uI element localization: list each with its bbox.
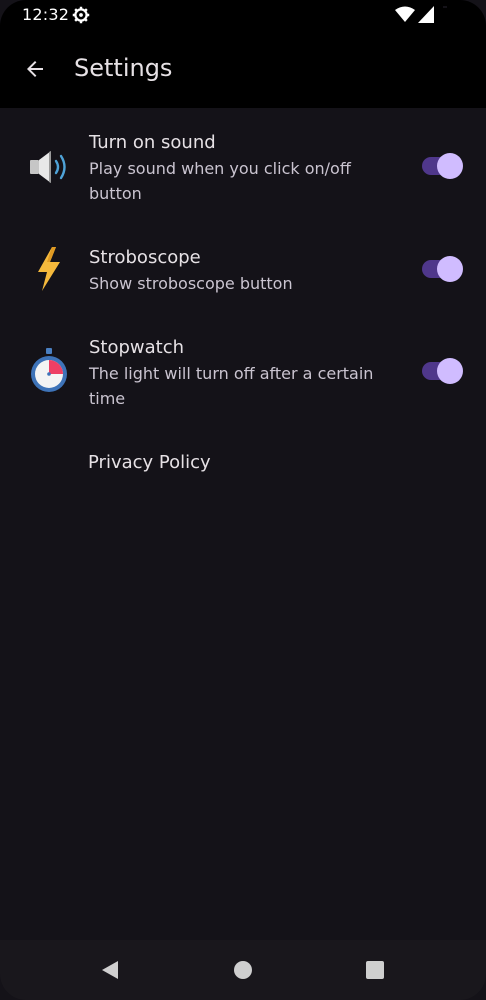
setting-subtitle: Show stroboscope button bbox=[89, 274, 293, 293]
arrow-back-icon bbox=[27, 61, 43, 77]
status-time: 12:32 bbox=[22, 5, 70, 24]
nav-back-button[interactable] bbox=[80, 940, 140, 1000]
lightning-icon bbox=[22, 242, 76, 296]
navigation-bar bbox=[0, 940, 486, 1000]
setting-row-stroboscope: Stroboscope Show stroboscope button bbox=[0, 245, 486, 301]
stopwatch-switch[interactable] bbox=[422, 358, 464, 384]
setting-title: Stroboscope bbox=[89, 247, 201, 268]
switch-thumb bbox=[437, 358, 463, 384]
privacy-policy-link[interactable]: Privacy Policy bbox=[88, 450, 211, 476]
stroboscope-switch[interactable] bbox=[422, 256, 464, 282]
nav-home-icon bbox=[234, 961, 252, 979]
speaker-icon bbox=[22, 140, 76, 194]
nav-back-icon bbox=[102, 961, 118, 979]
wifi-icon bbox=[395, 6, 415, 27]
switch-thumb bbox=[437, 153, 463, 179]
page-title: Settings bbox=[74, 54, 173, 82]
gear-icon bbox=[72, 6, 90, 28]
nav-recents-button[interactable] bbox=[345, 940, 405, 1000]
sound-switch[interactable] bbox=[422, 153, 464, 179]
setting-text-sound: Turn on sound Play sound when you click … bbox=[89, 130, 399, 206]
setting-text-stroboscope: Stroboscope Show stroboscope button bbox=[89, 245, 399, 296]
app-bar: Settings bbox=[0, 30, 486, 108]
settings-screen: 12:32 Settings Turn on sound Play sound … bbox=[0, 0, 486, 1000]
signal-icon bbox=[418, 6, 434, 27]
nav-recents-icon bbox=[366, 961, 384, 979]
setting-subtitle: Play sound when you click on/off button bbox=[89, 159, 351, 203]
setting-row-stopwatch: Stopwatch The light will turn off after … bbox=[0, 335, 486, 415]
stopwatch-icon bbox=[22, 343, 76, 397]
setting-text-stopwatch: Stopwatch The light will turn off after … bbox=[89, 335, 399, 411]
battery-icon bbox=[440, 6, 450, 27]
setting-row-sound: Turn on sound Play sound when you click … bbox=[0, 130, 486, 210]
status-bar: 12:32 bbox=[0, 0, 486, 30]
back-button[interactable] bbox=[18, 52, 52, 86]
nav-home-button[interactable] bbox=[213, 940, 273, 1000]
switch-thumb bbox=[437, 256, 463, 282]
setting-subtitle: The light will turn off after a certain … bbox=[89, 364, 374, 408]
setting-title: Turn on sound bbox=[89, 132, 216, 153]
setting-title: Stopwatch bbox=[89, 337, 185, 358]
